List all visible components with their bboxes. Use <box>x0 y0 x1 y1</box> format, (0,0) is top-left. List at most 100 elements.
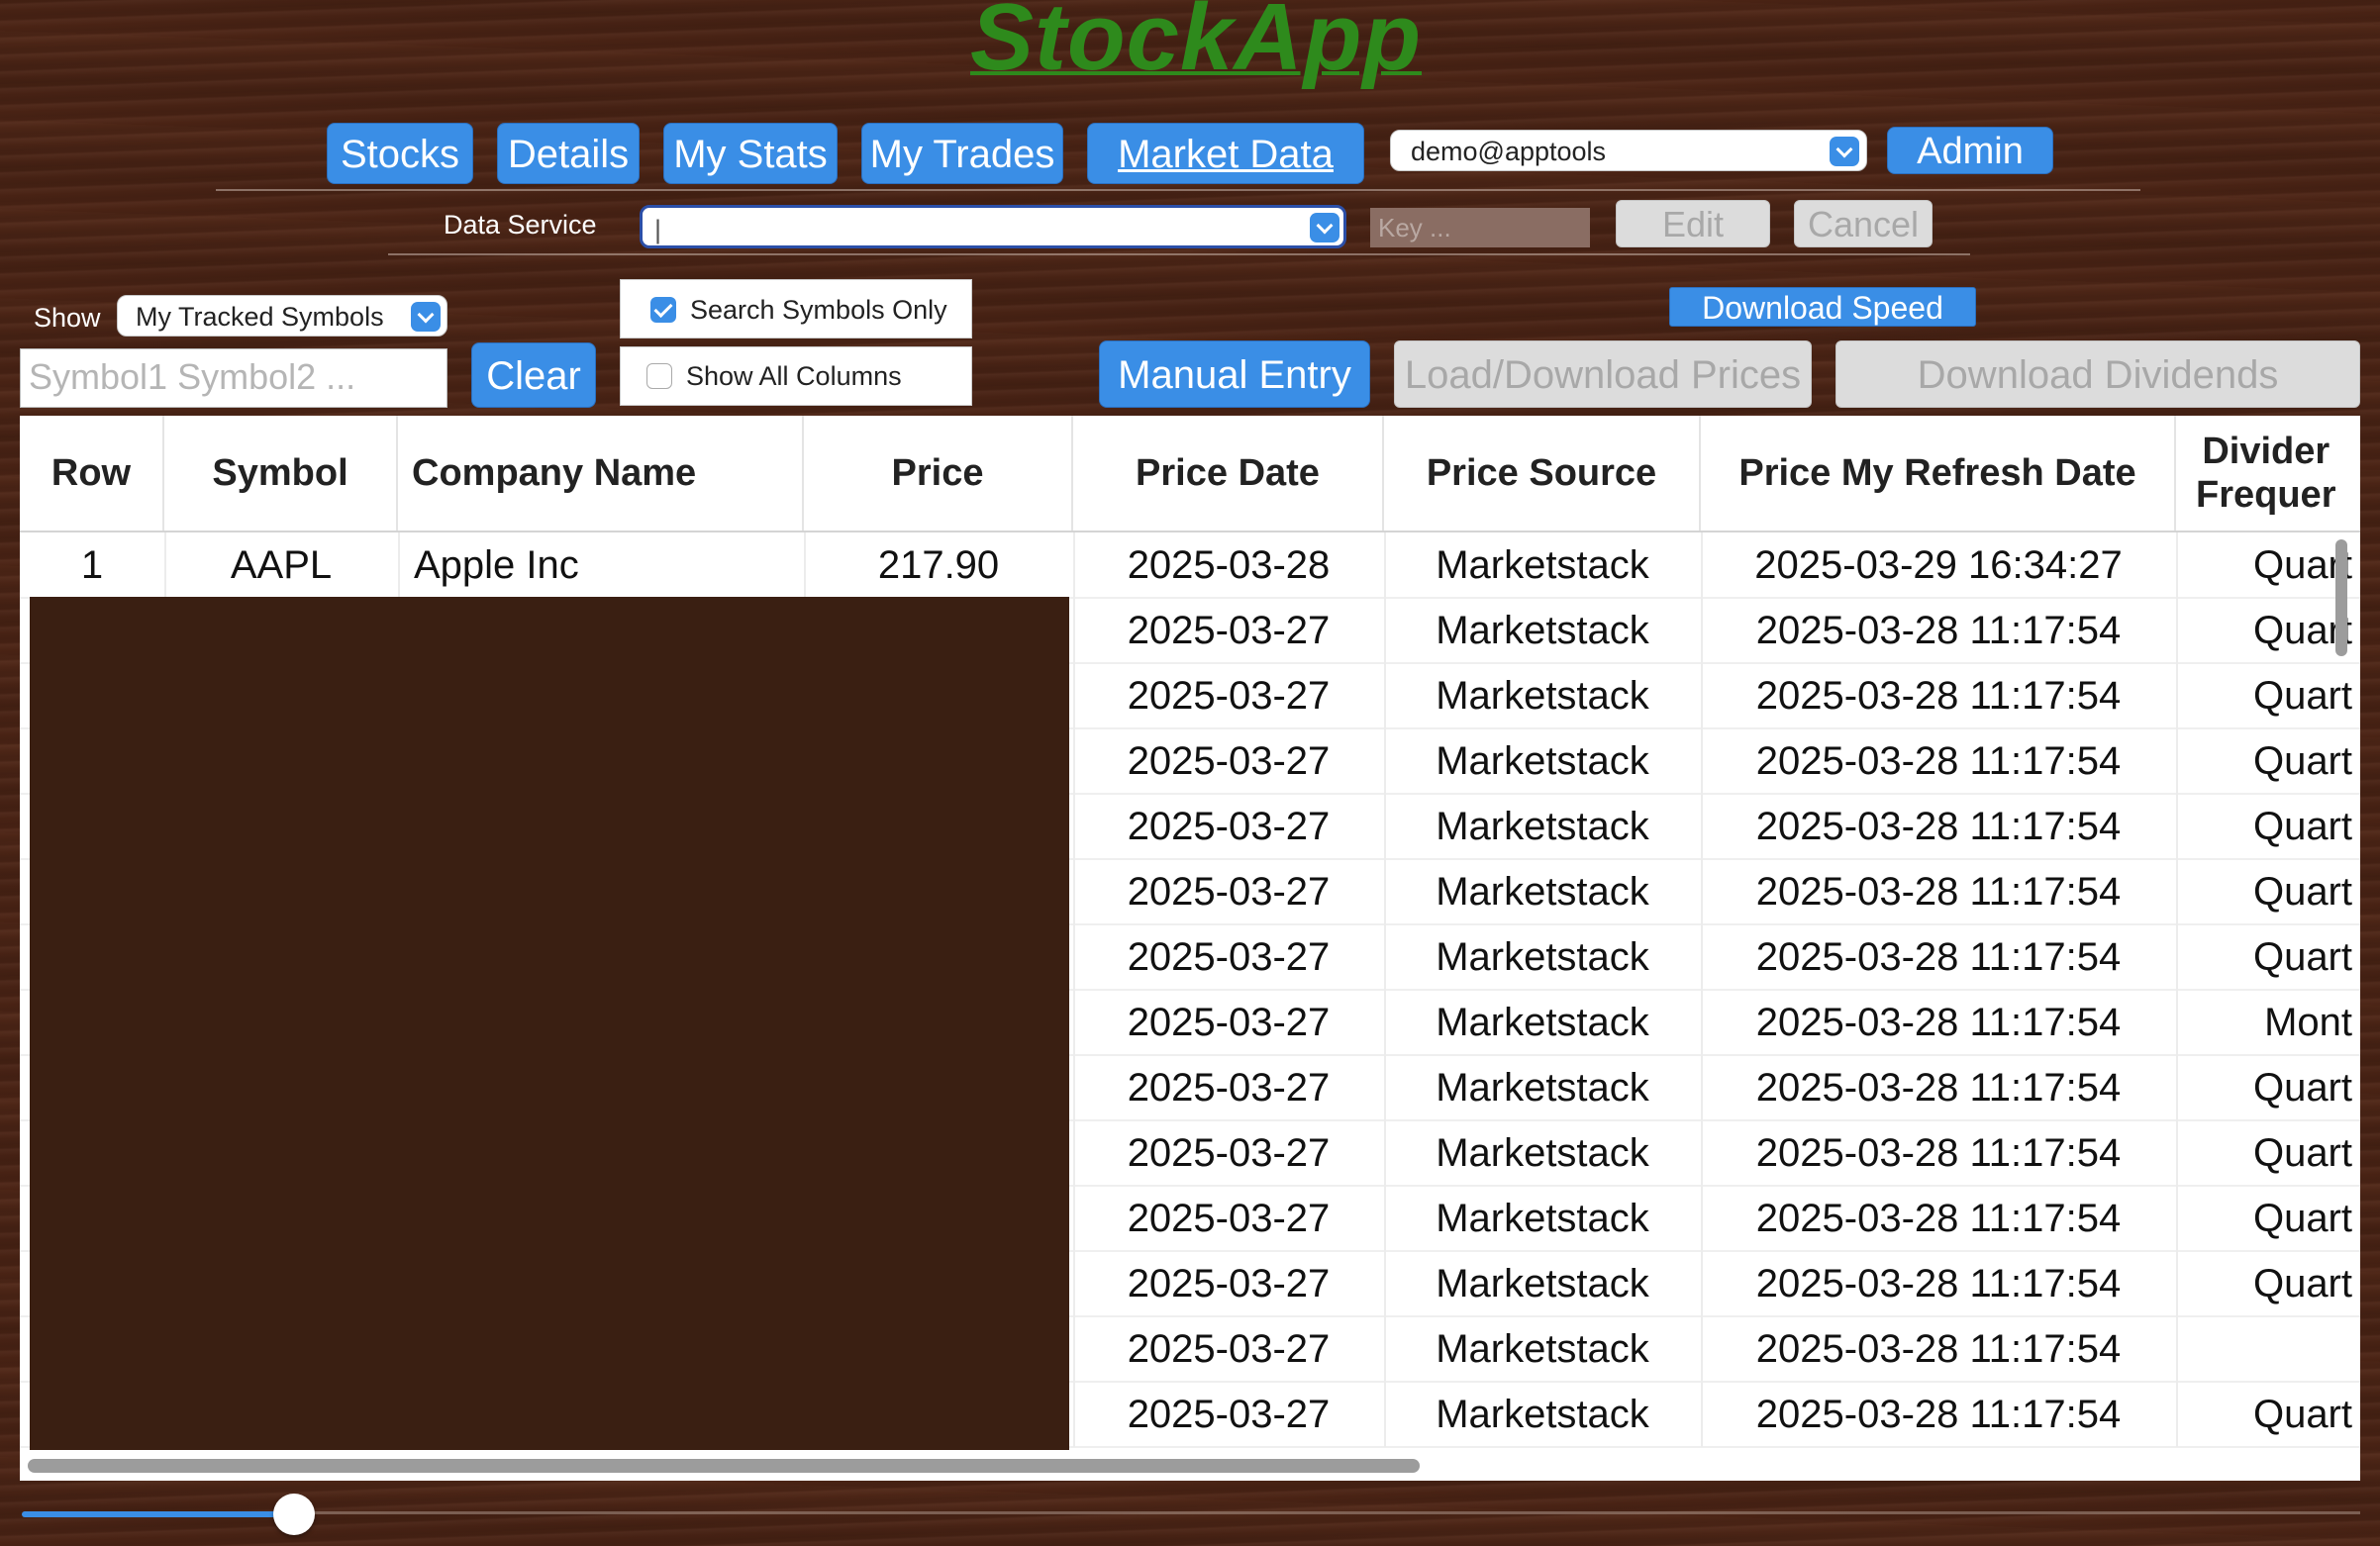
cell-dividend-frequency[interactable]: Quart <box>2176 1186 2354 1251</box>
cell-price-source[interactable]: Marketstack <box>1384 924 1701 990</box>
cell-refresh-date[interactable]: 2025-03-28 11:17:54 <box>1701 1316 2176 1382</box>
cell-dividend-frequency[interactable]: Quart <box>2176 1251 2354 1316</box>
download-speed-button[interactable]: Download Speed <box>1669 287 1976 327</box>
chevron-down-icon <box>411 302 441 332</box>
cell-dividend-frequency[interactable] <box>2176 1316 2354 1382</box>
horizontal-scrollbar[interactable] <box>28 1459 1420 1473</box>
cell-price-source[interactable]: Marketstack <box>1384 663 1701 728</box>
user-select[interactable]: demo@apptools <box>1390 130 1867 171</box>
cell-refresh-date[interactable]: 2025-03-28 11:17:54 <box>1701 1382 2176 1447</box>
checkbox-checked-icon[interactable] <box>650 297 676 323</box>
data-service-select[interactable]: | <box>640 205 1346 248</box>
edit-button[interactable]: Edit <box>1616 200 1770 247</box>
cell-price-source[interactable]: Marketstack <box>1384 1316 1701 1382</box>
cell-price-date[interactable]: 2025-03-27 <box>1073 1382 1384 1447</box>
cell-refresh-date[interactable]: 2025-03-28 11:17:54 <box>1701 1251 2176 1316</box>
vertical-scrollbar[interactable] <box>2335 539 2347 656</box>
column-header-dividend-frequency[interactable]: Divider Frequer <box>2176 416 2360 531</box>
cell-price-date[interactable]: 2025-03-27 <box>1073 598 1384 663</box>
cell-price-date[interactable]: 2025-03-27 <box>1073 1055 1384 1120</box>
cell-price[interactable]: 217.90 <box>804 532 1073 598</box>
zoom-slider-track[interactable] <box>295 1511 2360 1514</box>
api-key-input[interactable]: Key ... <box>1370 208 1590 247</box>
cell-price-source[interactable]: Marketstack <box>1384 1382 1701 1447</box>
cell-refresh-date[interactable]: 2025-03-28 11:17:54 <box>1701 1120 2176 1186</box>
load-download-prices-button[interactable]: Load/Download Prices <box>1394 340 1812 408</box>
show-select[interactable]: My Tracked Symbols <box>117 295 447 337</box>
cell-price-source[interactable]: Marketstack <box>1384 859 1701 924</box>
tab-stocks[interactable]: Stocks <box>327 123 473 184</box>
cell-dividend-frequency[interactable]: Quart <box>2176 728 2354 794</box>
cell-refresh-date[interactable]: 2025-03-28 11:17:54 <box>1701 728 2176 794</box>
zoom-slider-fill <box>22 1511 295 1517</box>
show-all-columns-option[interactable]: Show All Columns <box>620 346 972 406</box>
nav-divider <box>216 189 2140 191</box>
column-header-price[interactable]: Price <box>804 416 1073 531</box>
download-dividends-button[interactable]: Download Dividends <box>1835 340 2360 408</box>
cell-refresh-date[interactable]: 2025-03-28 11:17:54 <box>1701 1055 2176 1120</box>
cell-dividend-frequency[interactable]: Quart <box>2176 1382 2354 1447</box>
cell-price-date[interactable]: 2025-03-27 <box>1073 1316 1384 1382</box>
show-all-columns-label: Show All Columns <box>686 361 902 391</box>
column-header-company-name[interactable]: Company Name <box>398 416 804 531</box>
cell-price-date[interactable]: 2025-03-27 <box>1073 1186 1384 1251</box>
cell-dividend-frequency[interactable]: Quart <box>2176 794 2354 859</box>
cell-price-source[interactable]: Marketstack <box>1384 728 1701 794</box>
clear-button[interactable]: Clear <box>471 342 596 408</box>
cell-dividend-frequency[interactable]: Quart <box>2176 924 2354 990</box>
redacted-area <box>30 597 1069 1450</box>
cell-dividend-frequency[interactable]: Quart <box>2176 859 2354 924</box>
cell-refresh-date[interactable]: 2025-03-28 11:17:54 <box>1701 663 2176 728</box>
cell-refresh-date[interactable]: 2025-03-28 11:17:54 <box>1701 924 2176 990</box>
cell-row[interactable]: 1 <box>20 532 164 598</box>
cell-price-date[interactable]: 2025-03-27 <box>1073 1251 1384 1316</box>
tab-market-data[interactable]: Market Data <box>1087 123 1364 184</box>
cell-price-source[interactable]: Marketstack <box>1384 1251 1701 1316</box>
cell-price-source[interactable]: Marketstack <box>1384 990 1701 1055</box>
cell-price-source[interactable]: Marketstack <box>1384 1055 1701 1120</box>
cell-refresh-date[interactable]: 2025-03-28 11:17:54 <box>1701 794 2176 859</box>
cell-dividend-frequency[interactable]: Mont <box>2176 990 2354 1055</box>
cell-price-source[interactable]: Marketstack <box>1384 794 1701 859</box>
tab-my-stats[interactable]: My Stats <box>663 123 838 184</box>
tab-my-trades[interactable]: My Trades <box>861 123 1063 184</box>
checkbox-unchecked-icon[interactable] <box>646 363 672 389</box>
cell-price-date[interactable]: 2025-03-27 <box>1073 924 1384 990</box>
cell-refresh-date[interactable]: 2025-03-29 16:34:27 <box>1701 532 2176 598</box>
cell-price-date[interactable]: 2025-03-28 <box>1073 532 1384 598</box>
cell-price-date[interactable]: 2025-03-27 <box>1073 859 1384 924</box>
cell-dividend-frequency[interactable]: Quart <box>2176 532 2354 598</box>
cell-refresh-date[interactable]: 2025-03-28 11:17:54 <box>1701 859 2176 924</box>
cell-dividend-frequency[interactable]: Quart <box>2176 598 2354 663</box>
cell-dividend-frequency[interactable]: Quart <box>2176 1120 2354 1186</box>
cell-symbol[interactable]: AAPL <box>164 532 398 598</box>
search-symbols-only-option[interactable]: Search Symbols Only <box>620 279 972 338</box>
column-header-symbol[interactable]: Symbol <box>164 416 398 531</box>
manual-entry-button[interactable]: Manual Entry <box>1099 340 1370 408</box>
cell-price-date[interactable]: 2025-03-27 <box>1073 990 1384 1055</box>
cell-refresh-date[interactable]: 2025-03-28 11:17:54 <box>1701 1186 2176 1251</box>
cell-price-date[interactable]: 2025-03-27 <box>1073 663 1384 728</box>
cell-price-source[interactable]: Marketstack <box>1384 1186 1701 1251</box>
column-header-row[interactable]: Row <box>20 416 164 531</box>
tab-details[interactable]: Details <box>497 123 640 184</box>
admin-button[interactable]: Admin <box>1887 127 2053 174</box>
cell-company-name[interactable]: Apple Inc <box>398 532 804 598</box>
cell-price-date[interactable]: 2025-03-27 <box>1073 728 1384 794</box>
cell-price-date[interactable]: 2025-03-27 <box>1073 1120 1384 1186</box>
cell-price-date[interactable]: 2025-03-27 <box>1073 794 1384 859</box>
column-header-price-my-refresh-date[interactable]: Price My Refresh Date <box>1701 416 2176 531</box>
cell-dividend-frequency[interactable]: Quart <box>2176 1055 2354 1120</box>
cell-price-source[interactable]: Marketstack <box>1384 532 1701 598</box>
column-header-price-date[interactable]: Price Date <box>1073 416 1384 531</box>
cell-refresh-date[interactable]: 2025-03-28 11:17:54 <box>1701 598 2176 663</box>
cell-price-source[interactable]: Marketstack <box>1384 1120 1701 1186</box>
zoom-slider-knob[interactable] <box>273 1494 315 1535</box>
column-header-price-source[interactable]: Price Source <box>1384 416 1701 531</box>
cell-dividend-frequency[interactable]: Quart <box>2176 663 2354 728</box>
cell-refresh-date[interactable]: 2025-03-28 11:17:54 <box>1701 990 2176 1055</box>
cell-price-source[interactable]: Marketstack <box>1384 598 1701 663</box>
column-separator <box>1701 532 1703 1447</box>
cancel-button[interactable]: Cancel <box>1794 200 1933 247</box>
symbols-input[interactable]: Symbol1 Symbol2 ... <box>20 348 447 408</box>
